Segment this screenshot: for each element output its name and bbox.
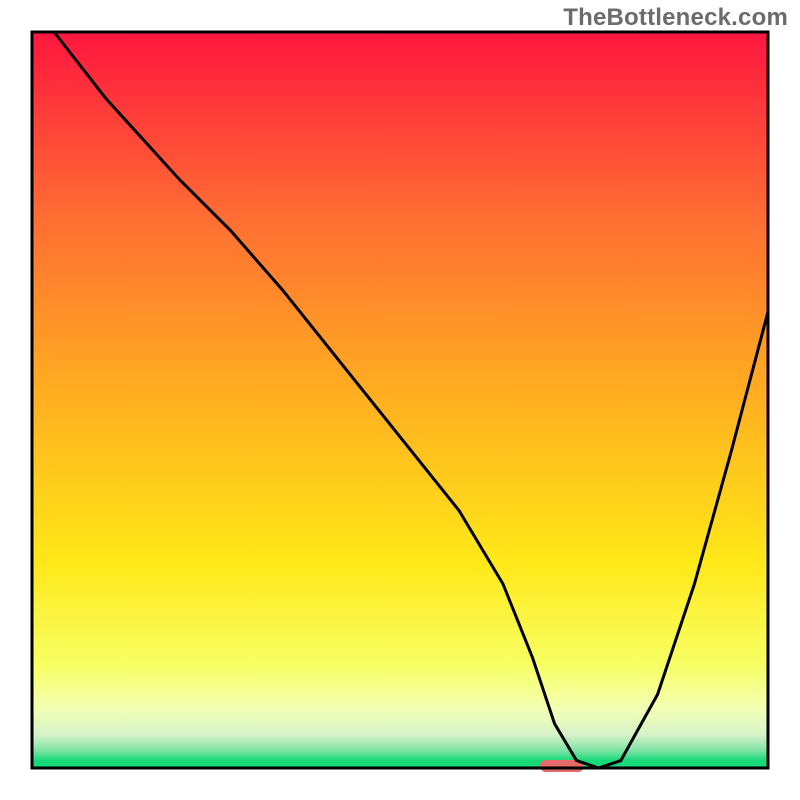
bottleneck-chart bbox=[0, 0, 800, 800]
plot-background bbox=[32, 32, 768, 768]
chart-stage: TheBottleneck.com bbox=[0, 0, 800, 800]
watermark-text: TheBottleneck.com bbox=[563, 4, 788, 32]
